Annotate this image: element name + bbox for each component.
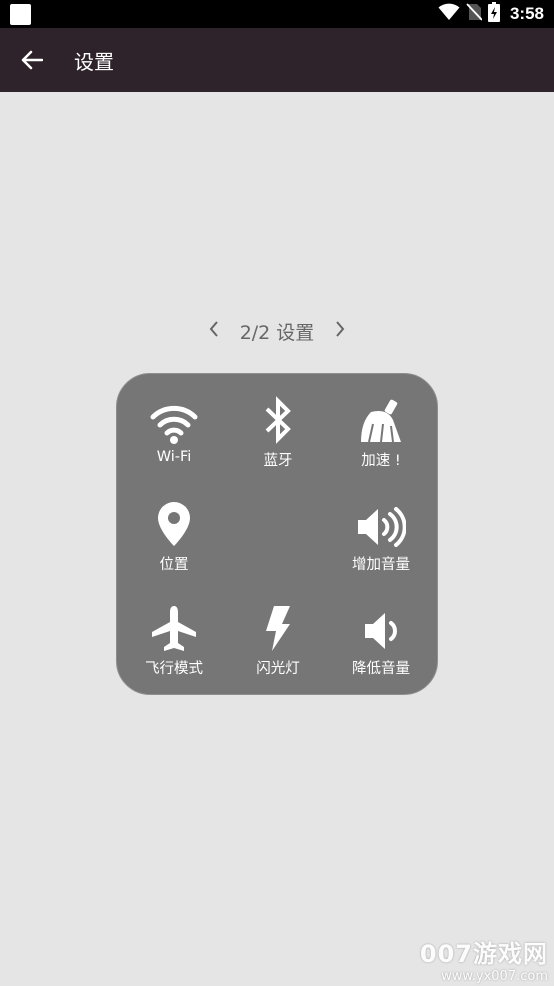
- page-title: 设置: [74, 49, 114, 74]
- battery-icon: [487, 2, 500, 26]
- airplane-mode-label: 飞行模式: [145, 661, 203, 677]
- watermark: 007游戏网 www.yx007.com: [420, 934, 548, 984]
- watermark-sub: www.yx007.com: [441, 969, 548, 984]
- flash-icon: [264, 596, 292, 652]
- flashlight-toggle[interactable]: 闪光灯: [226, 596, 330, 700]
- volume-up-label: 增加音量: [352, 557, 410, 573]
- volume-up-button[interactable]: 增加音量: [329, 492, 433, 596]
- status-icons: 3:58: [438, 0, 544, 28]
- chevron-right-icon[interactable]: [330, 320, 350, 342]
- pager-label: 2/2 设置: [239, 321, 315, 344]
- volume-down-icon: [363, 596, 399, 652]
- bluetooth-label: 蓝牙: [263, 453, 293, 469]
- back-button[interactable]: [0, 28, 64, 92]
- app-bar: 设置: [0, 28, 554, 92]
- pager: 2/2 设置: [0, 316, 554, 346]
- notification-icon: [10, 4, 31, 25]
- wifi-label: Wi-Fi: [156, 449, 192, 465]
- bluetooth-icon: [263, 388, 293, 444]
- clock: 3:58: [509, 4, 544, 23]
- volume-down-label: 降低音量: [352, 661, 410, 677]
- wifi-icon: [150, 388, 198, 444]
- location-label: 位置: [159, 557, 189, 573]
- status-bar: 3:58: [0, 0, 554, 28]
- location-pin-icon: [156, 492, 192, 548]
- flashlight-label: 闪光灯: [256, 661, 300, 677]
- bluetooth-toggle[interactable]: 蓝牙: [226, 388, 330, 492]
- volume-down-button[interactable]: 降低音量: [329, 596, 433, 700]
- airplane-icon: [150, 596, 198, 652]
- volume-up-icon: [356, 492, 406, 548]
- wifi-signal-icon: [438, 3, 460, 25]
- location-toggle[interactable]: 位置: [122, 492, 226, 596]
- wifi-toggle[interactable]: Wi-Fi: [122, 388, 226, 492]
- broom-icon: [357, 388, 405, 444]
- quick-settings-panel: Wi-Fi 蓝牙 加速 ! 位置 增加音量 飞行模式 闪光灯 降低音量: [116, 373, 438, 695]
- boost-label: 加速 !: [361, 453, 401, 469]
- arrow-left-icon: [21, 50, 43, 70]
- watermark-main: 007游戏网: [419, 940, 548, 968]
- chevron-left-icon[interactable]: [204, 320, 224, 342]
- airplane-mode-toggle[interactable]: 飞行模式: [122, 596, 226, 700]
- boost-button[interactable]: 加速 !: [329, 388, 433, 492]
- no-sim-icon: [466, 3, 483, 25]
